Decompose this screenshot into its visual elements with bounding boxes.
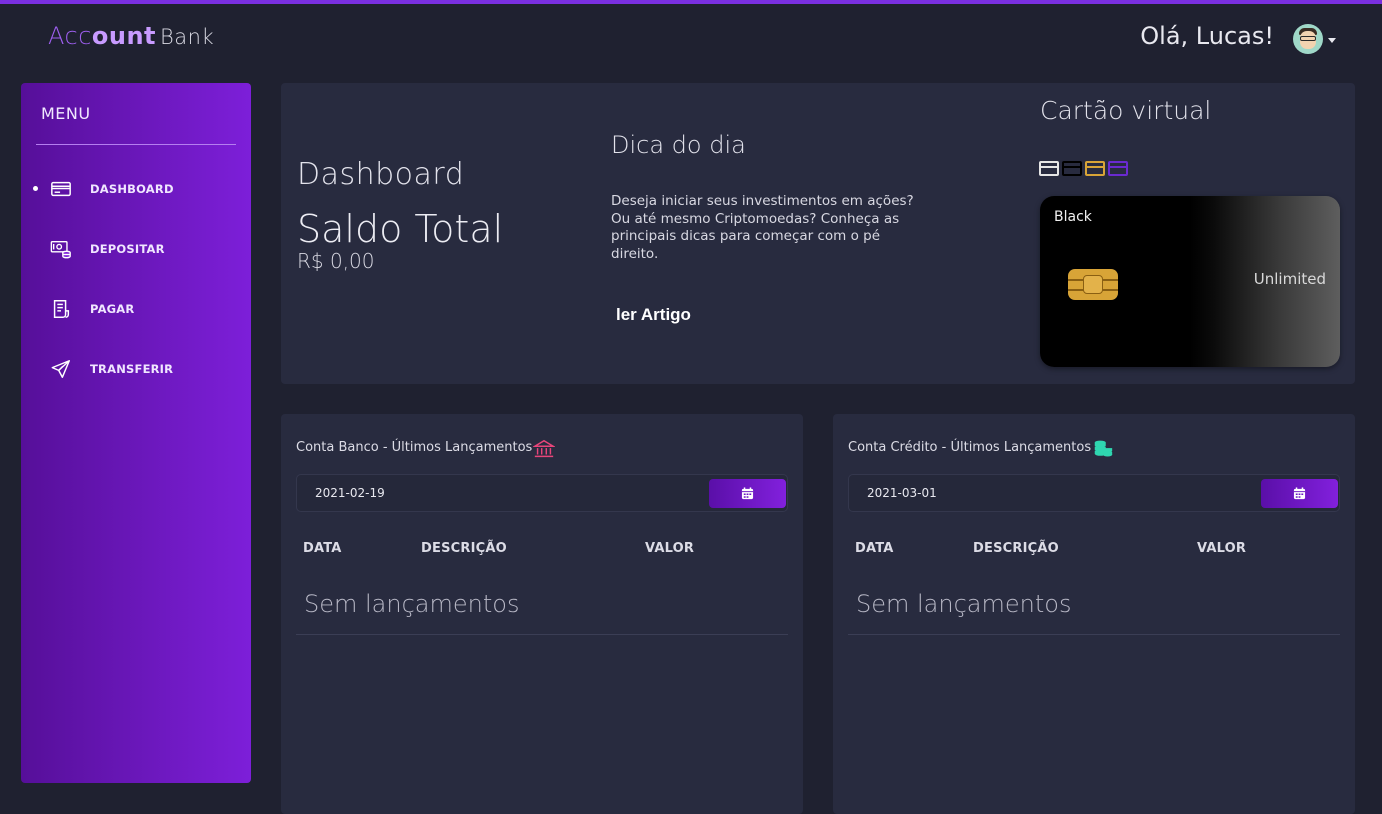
column-header-data: DATA [303, 541, 342, 556]
card-type: Black [1054, 209, 1092, 225]
active-bullet [33, 186, 38, 191]
column-header-descricao: DESCRIÇÃO [973, 541, 1059, 556]
calendar-icon [1293, 487, 1306, 500]
column-header-valor: VALOR [1197, 541, 1247, 556]
header: Account Bank Olá, Lucas! [0, 4, 1382, 74]
menu-title: MENU [41, 104, 91, 123]
column-header-descricao: DESCRIÇÃO [421, 541, 507, 556]
card-swatch-purple[interactable] [1108, 161, 1128, 176]
sidebar-item-dashboard[interactable]: DASHBOARD [21, 169, 251, 209]
bank-account-title: Conta Banco - Últimos Lançamentos [296, 440, 533, 455]
page-title: Dashboard [297, 157, 465, 192]
credit-account-title: Conta Crédito - Últimos Lançamentos [848, 440, 1092, 455]
virtual-card-title: Cartão virtual [1040, 96, 1212, 125]
sidebar-item-depositar[interactable]: DEPOSITAR [21, 229, 251, 269]
calendar-icon [741, 487, 754, 500]
credit-calendar-button[interactable] [1261, 479, 1338, 508]
balance-title: Saldo Total [297, 207, 504, 251]
sidebar-item-label: DEPOSITAR [90, 242, 165, 256]
sidebar-item-label: PAGAR [90, 302, 135, 316]
user-avatar-icon[interactable] [1293, 24, 1323, 54]
coins-stack-icon [1094, 440, 1113, 457]
sidebar-item-label: TRANSFERIR [90, 362, 174, 376]
card-style-selector [1039, 161, 1131, 180]
bank-calendar-button[interactable] [709, 479, 786, 508]
logo-part-bank: Bank [160, 25, 215, 49]
credit-date-value: 2021-03-01 [867, 486, 937, 500]
sidebar-item-transferir[interactable]: TRANSFERIR [21, 349, 251, 389]
credit-card-icon [51, 181, 71, 197]
credit-account-panel: Conta Crédito - Últimos Lançamentos 2021… [833, 414, 1355, 814]
card-level: Unlimited [1253, 270, 1326, 288]
bank-date-picker[interactable]: 2021-02-19 [296, 474, 788, 512]
virtual-card: Black Unlimited [1040, 196, 1340, 367]
money-deposit-icon [50, 240, 71, 259]
card-swatch-gold[interactable] [1085, 161, 1105, 176]
bank-account-panel: Conta Banco - Últimos Lançamentos 2021-0… [281, 414, 803, 814]
card-chip-icon [1068, 269, 1118, 300]
read-article-button[interactable]: ler Artigo [616, 305, 691, 325]
sidebar-item-pagar[interactable]: PAGAR [21, 289, 251, 329]
menu-divider [36, 144, 236, 145]
user-greeting: Olá, Lucas! [1140, 22, 1274, 50]
column-header-valor: VALOR [645, 541, 695, 556]
column-header-data: DATA [855, 541, 894, 556]
receipt-icon [53, 300, 70, 318]
card-swatch-black[interactable] [1062, 161, 1082, 176]
logo[interactable]: Account Bank [48, 22, 214, 50]
row-divider [848, 634, 1340, 635]
logo-part-ount: ount [91, 22, 157, 50]
paper-plane-icon [51, 360, 70, 378]
tip-text: Deseja iniciar seus investimentos em açõ… [611, 193, 914, 262]
chevron-down-icon[interactable] [1328, 38, 1336, 43]
balance-value: R$ 0,00 [297, 249, 375, 273]
tip-title: Dica do dia [611, 131, 746, 159]
bank-date-value: 2021-02-19 [315, 486, 385, 500]
bank-icon [533, 439, 555, 458]
sidebar: MENU DASHBOARD DEPOSITAR PAGAR TRANSFERI… [21, 83, 251, 783]
empty-state: Sem lançamentos [856, 590, 1072, 618]
row-divider [296, 634, 788, 635]
sidebar-item-label: DASHBOARD [90, 182, 174, 196]
empty-state: Sem lançamentos [304, 590, 520, 618]
credit-date-picker[interactable]: 2021-03-01 [848, 474, 1340, 512]
logo-part-acc: Acc [48, 22, 92, 50]
dashboard-panel: Dashboard Saldo Total R$ 0,00 Dica do di… [281, 83, 1355, 384]
card-swatch-white[interactable] [1039, 161, 1059, 176]
